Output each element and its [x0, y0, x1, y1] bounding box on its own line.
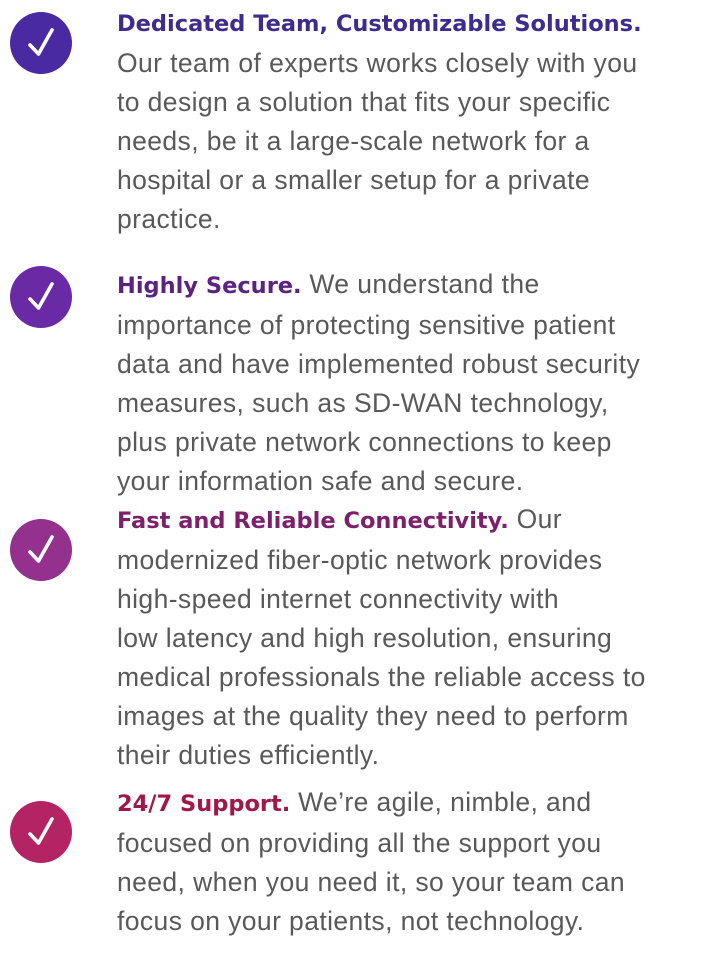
feature-body-line: practice.	[117, 204, 221, 234]
feature-title-line: Fast and Reliable Connectivity. Our	[117, 500, 697, 541]
feature-body-lead: We understand the	[301, 269, 540, 299]
feature-title-line: 24/7 Support. We’re agile, nimble, and	[117, 783, 697, 824]
feature-body-line: importance of protecting sensitive patie…	[117, 310, 616, 340]
feature-body-line: medical professionals the reliable acces…	[117, 662, 646, 692]
feature-body-line: needs, be it a large-scale network for a	[117, 126, 590, 156]
feature-text: Dedicated Team, Customizable Solutions. …	[117, 3, 697, 239]
feature-list: Dedicated Team, Customizable Solutions. …	[0, 0, 701, 964]
checkmark-icon	[10, 266, 72, 328]
feature-body-line: Our team of experts works closely with y…	[117, 48, 638, 78]
feature-body-line: hospital or a smaller setup for a privat…	[117, 165, 591, 195]
checkmark-icon	[10, 519, 72, 581]
feature-text: Highly Secure. We understand the importa…	[117, 265, 697, 501]
feature-body-line: focus on your patients, not technology.	[117, 906, 585, 936]
checkmark-icon	[10, 12, 72, 74]
feature-title: Highly Secure.	[117, 273, 302, 299]
feature-body-line: plus private network connections to keep	[117, 427, 612, 457]
feature-body-line: images at the quality they need to perfo…	[117, 701, 629, 731]
feature-body-line: need, when you need it, so your team can	[117, 867, 626, 897]
feature-body-line: their duties efficiently.	[117, 740, 380, 770]
feature-body-lead: We’re agile, nimble, and	[290, 787, 592, 817]
feature-title-line: Highly Secure. We understand the	[117, 265, 697, 306]
feature-body-lead: Our	[508, 504, 562, 534]
feature-title: Dedicated Team, Customizable Solutions.	[117, 11, 642, 37]
feature-text: 24/7 Support. We’re agile, nimble, and f…	[117, 783, 697, 941]
checkmark-icon	[10, 801, 72, 863]
feature-body-line: to design a solution that fits your spec…	[117, 87, 611, 117]
feature-body-line: measures, such as SD-WAN technology,	[117, 388, 609, 418]
feature-body-line: data and have implemented robust securit…	[117, 349, 641, 379]
feature-text: Fast and Reliable Connectivity. Our mode…	[117, 500, 697, 775]
feature-body-line: high-speed internet connectivity with	[117, 584, 559, 614]
feature-title-line: Dedicated Team, Customizable Solutions.	[117, 3, 697, 44]
feature-title: 24/7 Support.	[117, 791, 291, 817]
feature-body-line: focused on providing all the support you	[117, 828, 602, 858]
feature-body-line: low latency and high resolution, ensurin…	[117, 623, 613, 653]
feature-body-line: your information safe and secure.	[117, 466, 524, 496]
feature-title: Fast and Reliable Connectivity.	[117, 508, 509, 534]
feature-body-line: modernized fiber-optic network provides	[117, 545, 603, 575]
